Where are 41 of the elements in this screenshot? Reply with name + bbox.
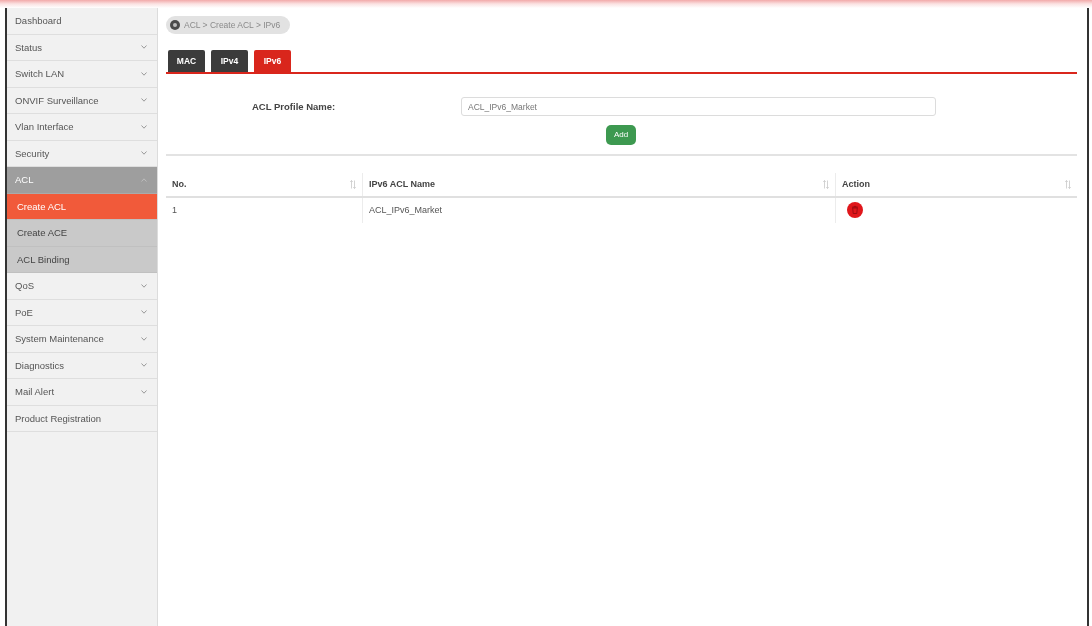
column-header: Action: [842, 179, 870, 189]
add-button[interactable]: Add: [606, 124, 636, 145]
chevron-down-icon: [141, 363, 147, 368]
trash-icon[interactable]: [847, 202, 863, 218]
sidebar-item[interactable]: Switch LAN: [7, 61, 157, 88]
sidebar-item[interactable]: Product Registration: [7, 405, 157, 432]
chevron-down-icon: [141, 45, 147, 50]
sidebar-item[interactable]: Diagnostics: [7, 352, 157, 379]
table-cell: ACL_IPv6_Market: [362, 196, 836, 223]
sort-icon[interactable]: [350, 179, 356, 189]
sidebar-item[interactable]: QoS: [7, 273, 157, 300]
tab[interactable]: MAC: [168, 50, 205, 72]
chevron-down-icon: [141, 283, 147, 288]
breadcrumb-text: ACL > Create ACL > IPv6: [184, 20, 281, 30]
sidebar-item[interactable]: Vlan Interface: [7, 114, 157, 141]
circle-icon: [170, 20, 180, 30]
chevron-down-icon: [141, 310, 147, 315]
sort-icon[interactable]: [823, 179, 829, 189]
sidebar-item[interactable]: System Maintenance: [7, 326, 157, 353]
chevron-down-icon: [141, 71, 147, 76]
sidebar-item[interactable]: Dashboard: [7, 8, 157, 35]
chevron-down-icon: [141, 124, 147, 129]
input-field[interactable]: ACL_IPv6_Market: [461, 97, 936, 116]
chevron-down-icon: [141, 98, 147, 103]
field-label: ACL Profile Name:: [252, 101, 336, 112]
sidebar-subitem[interactable]: ACL Binding: [7, 246, 157, 273]
chevron-down-icon: [141, 151, 147, 156]
tab[interactable]: IPv6: [254, 50, 291, 72]
sidebar-item[interactable]: ONVIF Surveillance: [7, 87, 157, 114]
column-header: No.: [172, 179, 187, 189]
chevron-down-icon: [141, 336, 147, 341]
tab[interactable]: IPv4: [211, 50, 248, 72]
sidebar-item[interactable]: Mail Alert: [7, 379, 157, 406]
sidebar-subitem[interactable]: Create ACE: [7, 220, 157, 247]
chevron-down-icon: [141, 389, 147, 394]
chevron-up-icon: [141, 177, 147, 182]
sidebar-item[interactable]: Status: [7, 34, 157, 61]
sort-icon[interactable]: [1065, 179, 1071, 189]
sidebar-item[interactable]: PoE: [7, 299, 157, 326]
table-cell: 1: [166, 196, 363, 223]
column-header: IPv6 ACL Name: [369, 179, 436, 189]
